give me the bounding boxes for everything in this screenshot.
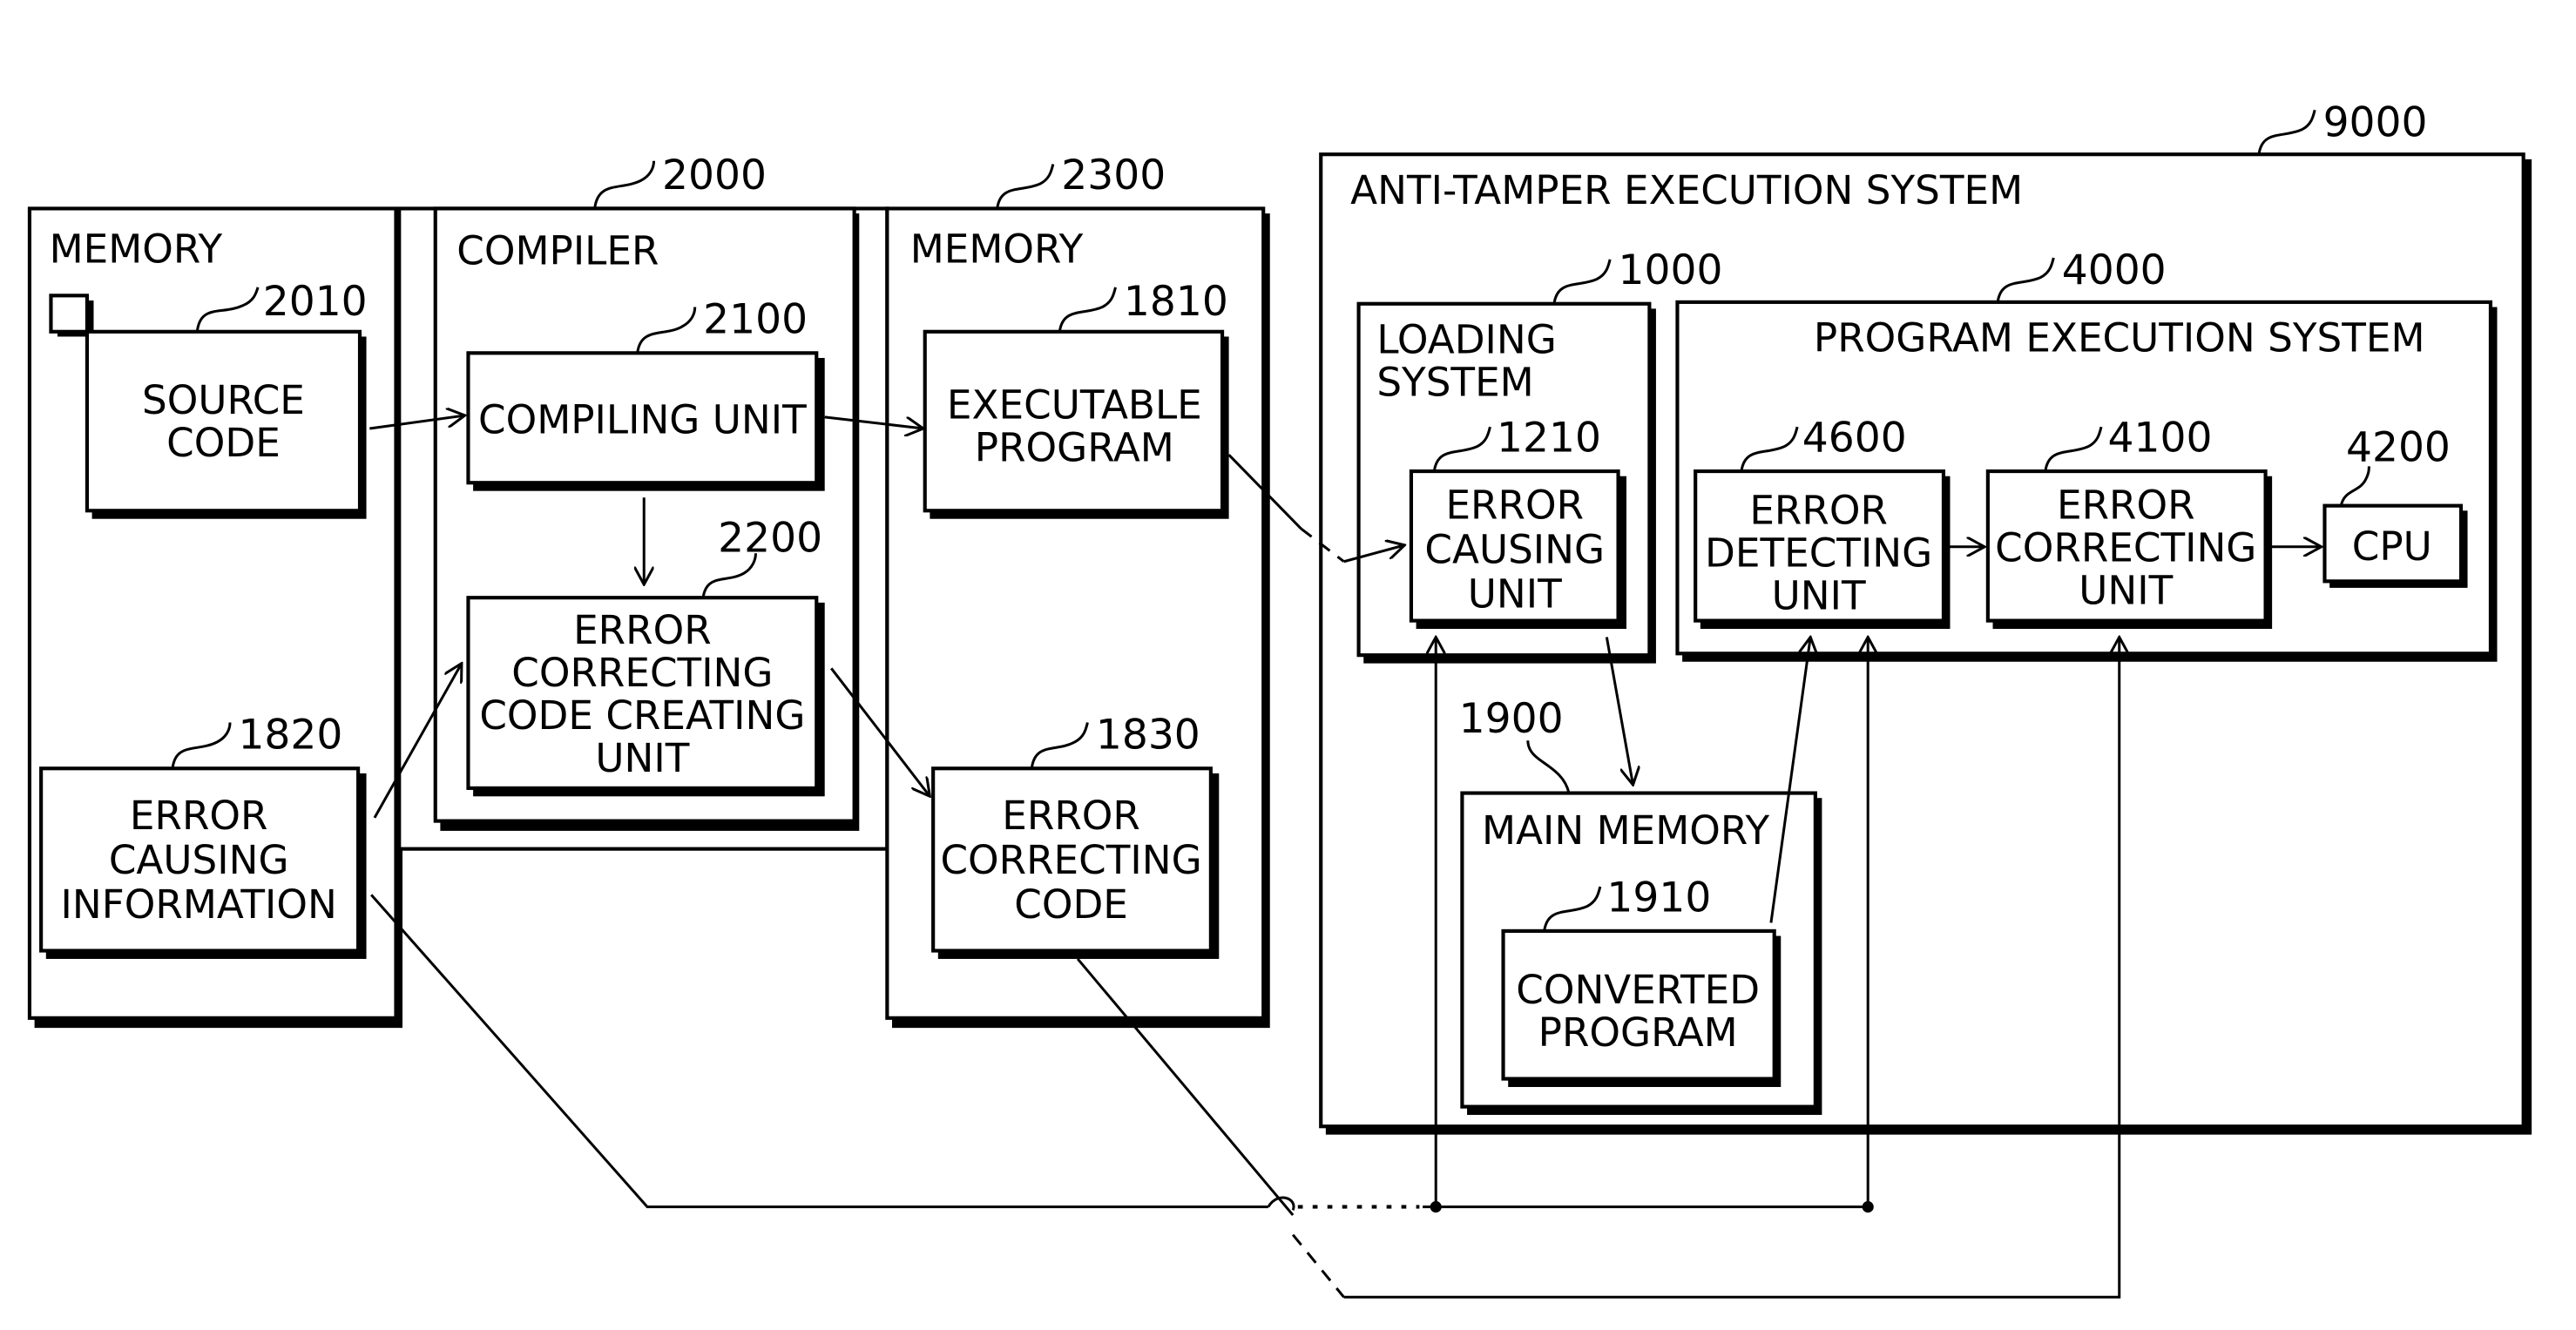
ecu-line-1: ERROR [1445, 483, 1584, 529]
ecu-line-3: UNIT [1468, 571, 1562, 618]
ecorr-line-2: CORRECTING [1995, 525, 2256, 571]
ref-9000: 9000 [2323, 98, 2428, 146]
eci-line-1: ERROR [130, 793, 268, 839]
source-code-line-2: CODE [166, 420, 281, 466]
ref-4000: 4000 [2062, 246, 2167, 294]
edu-line-1: ERROR [1749, 487, 1888, 533]
ecorr-line-1: ERROR [2057, 483, 2195, 529]
ref-1830: 1830 [1096, 712, 1200, 760]
exec-line-2: PROGRAM [975, 425, 1174, 471]
ref-1910: 1910 [1606, 874, 1711, 922]
eccu-line-1: ERROR [573, 607, 712, 653]
ref-1820: 1820 [238, 712, 342, 760]
ref-2000: 2000 [662, 152, 767, 199]
memory-right-title: MEMORY [910, 226, 1084, 273]
ref-4600: 4600 [1802, 414, 1907, 462]
ecc-line-2: CORRECTING [940, 837, 1201, 883]
ecorr-line-3: UNIT [2079, 568, 2173, 614]
eccu-line-2: CORRECTING [511, 650, 773, 696]
leader-9000 [2257, 109, 2316, 155]
cpu-label: CPU [2352, 523, 2432, 570]
ecu-line-2: CAUSING [1424, 527, 1605, 573]
ref-1210: 1210 [1497, 414, 1601, 462]
anti-tamper-block-diagram: MEMORY 2010 SOURCE CODE 1820 ERROR CAUSI… [27, 98, 2532, 1299]
ecc-line-1: ERROR [1002, 793, 1140, 839]
cp-line-2: PROGRAM [1538, 1009, 1738, 1056]
memory-left-title: MEMORY [50, 226, 223, 273]
loading-line-1: LOADING [1376, 316, 1557, 362]
source-code-line-1: SOURCE [142, 377, 305, 423]
anti-tamper-title: ANTI-TAMPER EXECUTION SYSTEM [1350, 167, 2023, 213]
eccu-line-3: CODE CREATING [479, 692, 805, 739]
ref-1810: 1810 [1124, 278, 1228, 326]
ref-2010: 2010 [263, 278, 368, 326]
compiler-title: COMPILER [456, 228, 659, 274]
edu-line-2: DETECTING [1705, 530, 1932, 576]
ref-1900: 1900 [1459, 695, 1564, 743]
eccu-line-4: UNIT [595, 735, 689, 781]
ref-4100: 4100 [2108, 414, 2213, 462]
exec-line-1: EXECUTABLE [947, 382, 1202, 429]
main-memory-title: MAIN MEMORY [1482, 807, 1769, 854]
ref-1000: 1000 [1619, 246, 1723, 294]
compiling-unit-label: COMPILING UNIT [478, 397, 807, 443]
cp-line-1: CONVERTED [1516, 967, 1760, 1013]
ecc-line-3: CODE [1014, 881, 1128, 928]
ref-2100: 2100 [703, 296, 808, 344]
cpu-block: 4200 CPU [2322, 424, 2468, 588]
ref-4200: 4200 [2346, 424, 2451, 472]
edu-line-3: UNIT [1772, 572, 1866, 618]
pes-title: PROGRAM EXECUTION SYSTEM [1814, 314, 2425, 361]
leader-2000 [593, 160, 656, 209]
ref-2200: 2200 [718, 514, 822, 562]
ref-2300: 2300 [1061, 152, 1166, 199]
eci-line-2: CAUSING [109, 837, 289, 883]
leader-2300 [996, 164, 1055, 209]
loading-line-2: SYSTEM [1376, 359, 1533, 405]
eci-line-3: INFORMATION [61, 881, 337, 928]
wire-ecc-line-dashed [1291, 1233, 1345, 1299]
